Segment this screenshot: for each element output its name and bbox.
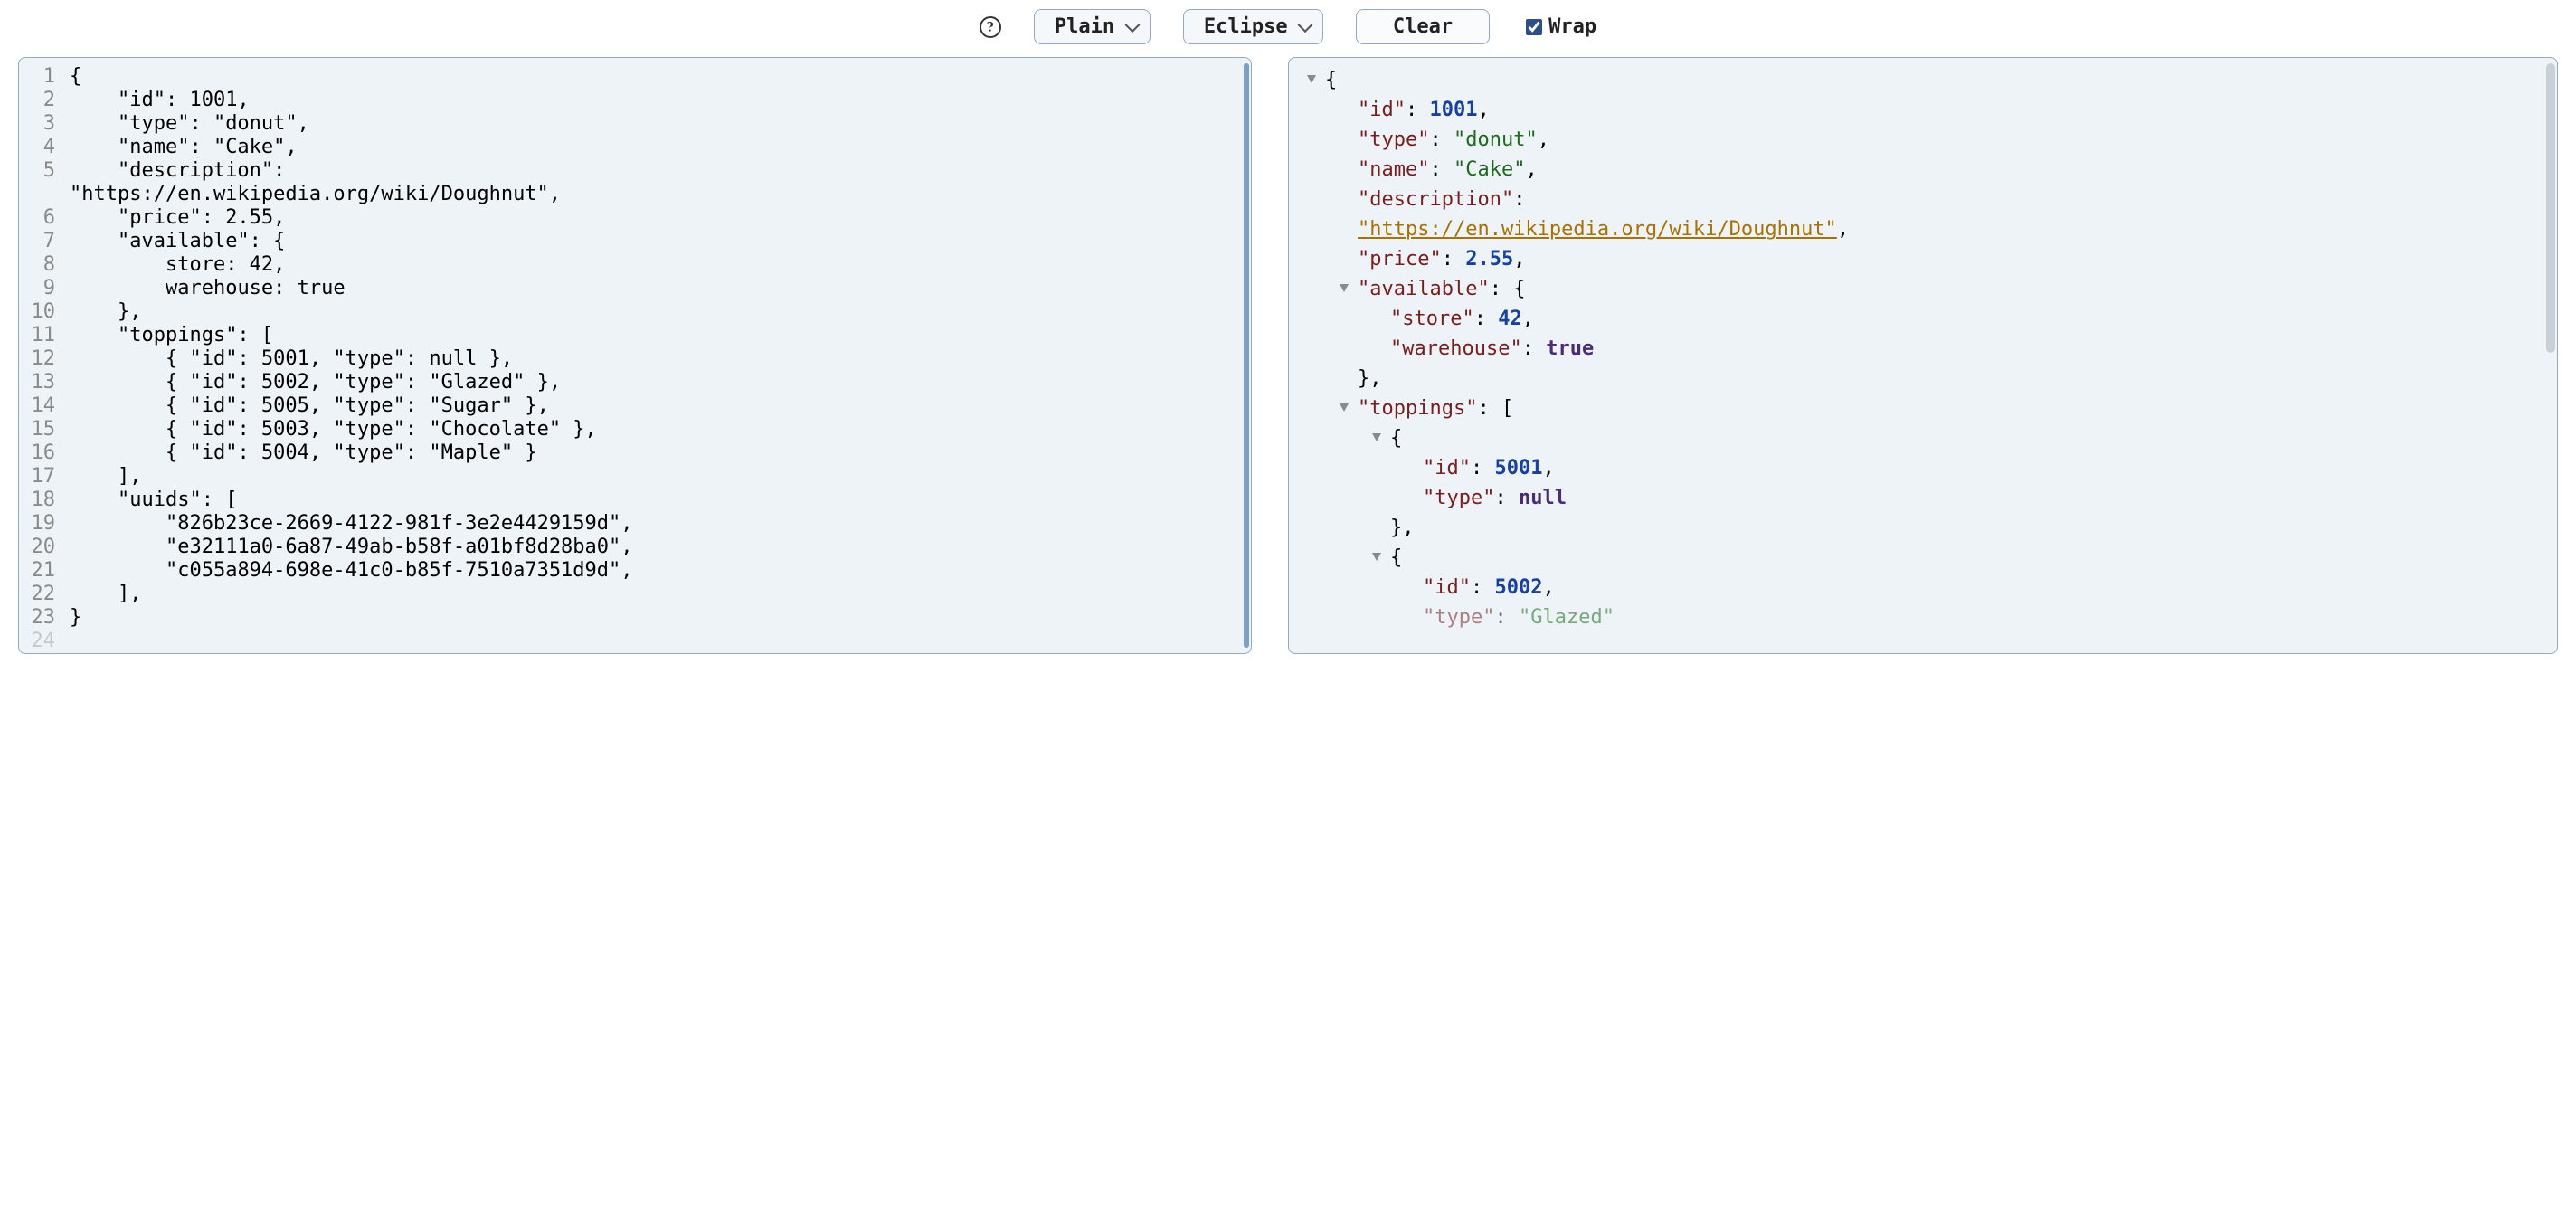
source-editor-pane[interactable]: 123456789101112131415161718192021222324 … — [18, 57, 1252, 654]
json-object-open[interactable]: { — [1325, 423, 2557, 453]
chevron-down-icon[interactable] — [1372, 433, 1381, 441]
json-entry[interactable]: "price": 2.55, — [1325, 244, 2557, 274]
json-entry-value[interactable]: "https://en.wikipedia.org/wiki/Doughnut"… — [1325, 214, 2557, 244]
json-array-open[interactable]: "toppings": [ — [1325, 394, 2557, 423]
theme-select[interactable]: Eclipse — [1183, 9, 1323, 44]
json-entry[interactable]: "description": — [1325, 185, 2557, 214]
scrollbar-vertical[interactable] — [1244, 63, 1249, 648]
line-number-gutter: 123456789101112131415161718192021222324 — [19, 58, 64, 653]
chevron-down-icon[interactable] — [1340, 403, 1349, 412]
indent-select-wrap: Plain — [1034, 9, 1151, 44]
json-entry[interactable]: "type": "Glazed" — [1325, 602, 2557, 632]
toolbar: ? Plain Eclipse Clear Wrap — [0, 0, 2576, 57]
chevron-down-icon[interactable] — [1340, 284, 1349, 292]
json-object-close[interactable]: }, — [1325, 364, 2557, 394]
json-object-close[interactable]: }, — [1325, 513, 2557, 543]
wrap-checkbox[interactable] — [1526, 19, 1542, 35]
json-entry[interactable]: "id": 1001, — [1325, 95, 2557, 125]
theme-select-wrap: Eclipse — [1183, 9, 1323, 44]
indent-select[interactable]: Plain — [1034, 9, 1151, 44]
json-entry[interactable]: "name": "Cake", — [1325, 155, 2557, 185]
help-icon[interactable]: ? — [980, 16, 1001, 38]
panes-container: 123456789101112131415161718192021222324 … — [0, 57, 2576, 663]
clear-button[interactable]: Clear — [1356, 9, 1490, 44]
json-entry[interactable]: "type": null — [1325, 483, 2557, 513]
json-entry[interactable]: "warehouse": true — [1325, 334, 2557, 364]
json-object-open[interactable]: { — [1325, 543, 2557, 573]
chevron-down-icon[interactable] — [1372, 553, 1381, 561]
json-entry[interactable]: "type": "donut", — [1325, 125, 2557, 155]
json-object-open[interactable]: { — [1325, 65, 2557, 95]
source-code-area[interactable]: { "id": 1001, "type": "donut", "name": "… — [64, 58, 1251, 653]
json-viewer-pane[interactable]: { "id": 1001, "type": "donut", "name": "… — [1288, 57, 2558, 654]
wrap-toggle-group: Wrap — [1522, 15, 1596, 38]
chevron-down-icon[interactable] — [1307, 75, 1316, 83]
json-entry[interactable]: "id": 5002, — [1325, 573, 2557, 602]
json-entry[interactable]: "store": 42, — [1325, 304, 2557, 334]
wrap-label: Wrap — [1548, 15, 1596, 38]
json-object-open[interactable]: "available": { — [1325, 274, 2557, 304]
json-entry[interactable]: "id": 5001, — [1325, 453, 2557, 483]
